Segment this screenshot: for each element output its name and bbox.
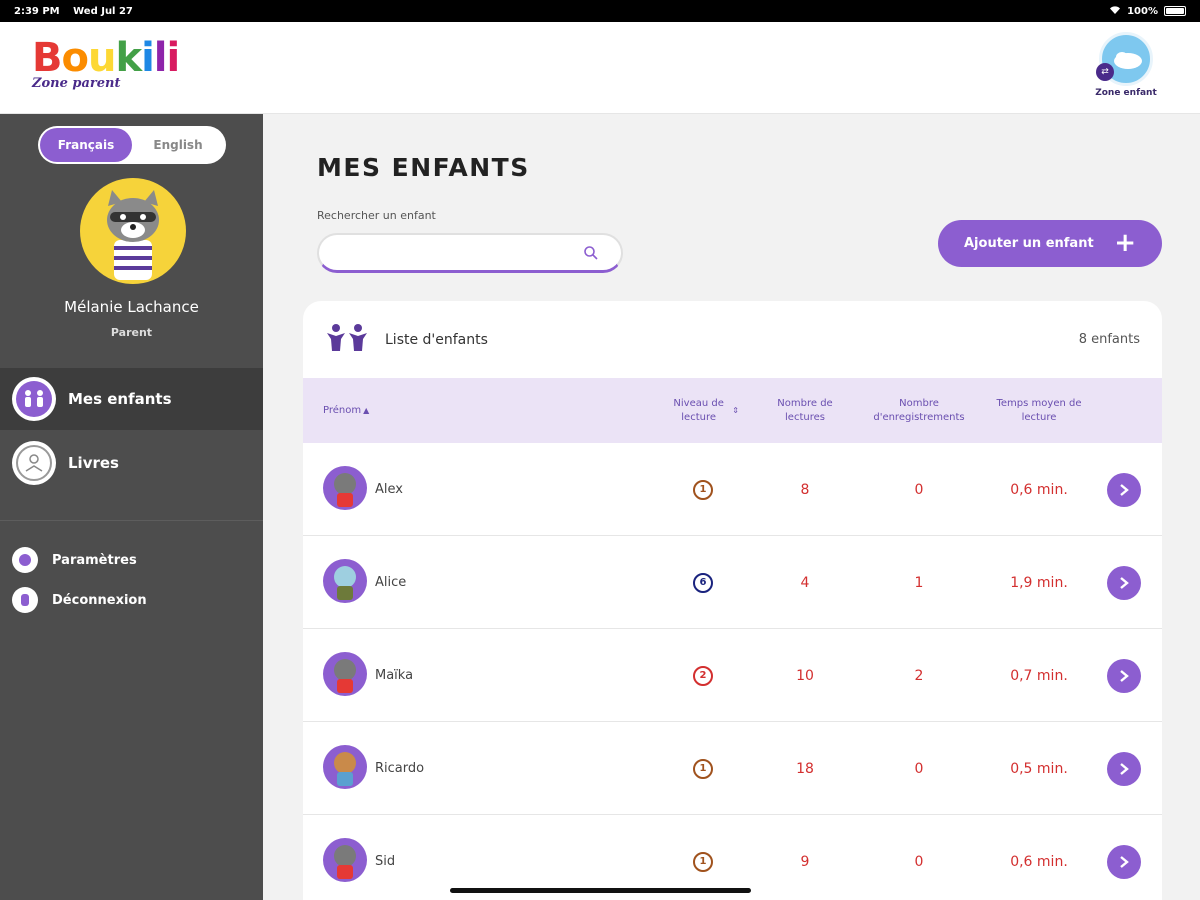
- avg-reading-time: 0,6 min.: [1010, 481, 1068, 498]
- lang-option-french[interactable]: Français: [40, 128, 132, 162]
- child-avatar: [323, 559, 367, 603]
- recordings-count: 0: [914, 481, 924, 498]
- readings-count: 4: [800, 574, 810, 591]
- sort-asc-icon: ▲: [363, 405, 370, 415]
- child-avatar: [323, 745, 367, 789]
- child-avatar: [323, 838, 367, 882]
- child-name: Alice: [375, 575, 407, 590]
- sidebar-item-label: Déconnexion: [52, 592, 147, 608]
- avg-reading-time: 1,9 min.: [1010, 574, 1068, 591]
- chevron-right-icon: [1120, 856, 1129, 868]
- search-label: Rechercher un enfant: [317, 209, 436, 222]
- home-indicator: [450, 888, 751, 893]
- children-count: 8 enfants: [1078, 332, 1140, 347]
- add-child-label: Ajouter un enfant: [964, 236, 1094, 251]
- avg-reading-time: 0,5 min.: [1010, 760, 1068, 777]
- child-name: Maïka: [375, 668, 414, 683]
- reading-level-badge: 1: [693, 479, 713, 500]
- user-role: Parent: [110, 326, 153, 339]
- sidebar-item-mes-enfants[interactable]: Mes enfants: [0, 368, 263, 430]
- child-zone-icon: ⇄: [1096, 32, 1153, 86]
- brand-wordmark: Boukili: [32, 35, 180, 81]
- sidebar-item-deconnexion[interactable]: Déconnexion: [12, 586, 147, 614]
- recordings-count: 0: [914, 853, 924, 870]
- search-field: [317, 233, 623, 273]
- child-name: Ricardo: [375, 761, 425, 776]
- readings-count: 9: [800, 853, 810, 870]
- status-date: Wed Jul 27: [73, 5, 133, 17]
- zone-enfant-button[interactable]: ⇄ Zone enfant: [1092, 32, 1160, 98]
- children-icon: [16, 381, 52, 417]
- search-input[interactable]: [333, 235, 583, 269]
- col-prenom[interactable]: Prénom ▲: [323, 378, 369, 443]
- list-header: Liste d'enfants 8 enfants: [303, 301, 1162, 378]
- table-row[interactable]: Alice 6 4 1 1,9 min.: [303, 536, 1162, 629]
- sidebar-item-label: Paramètres: [52, 552, 137, 568]
- table-header: Prénom ▲ Niveau de lecture ⇕ Nombre de lec…: [303, 378, 1162, 443]
- add-child-button[interactable]: Ajouter un enfant +: [938, 220, 1162, 267]
- chevron-right-icon: [1120, 670, 1129, 682]
- table-row[interactable]: Maïka 2 10 2 0,7 min.: [303, 629, 1162, 722]
- reading-level-badge: 1: [693, 758, 713, 779]
- open-child-button[interactable]: [1107, 752, 1141, 786]
- battery-icon: [1164, 6, 1186, 16]
- recordings-count: 1: [914, 574, 924, 591]
- page-title: MES ENFANTS: [317, 153, 530, 182]
- open-child-button[interactable]: [1107, 845, 1141, 879]
- col-niveau[interactable]: Niveau de lecture ⇕: [667, 378, 739, 443]
- sidebar-item-livres[interactable]: Livres: [0, 432, 263, 494]
- sort-icon: ⇕: [732, 405, 739, 415]
- kids-icon: [325, 323, 369, 357]
- list-title: Liste d'enfants: [385, 331, 488, 348]
- children-list-card: Liste d'enfants 8 enfants Prénom ▲ Niveau…: [303, 301, 1162, 900]
- sidebar-item-label: Livres: [68, 454, 119, 472]
- status-time: 2:39 PM: [14, 5, 60, 17]
- switch-icon: ⇄: [1096, 63, 1114, 81]
- open-child-button[interactable]: [1107, 473, 1141, 507]
- col-temps-moyen[interactable]: Temps moyen de lecture: [993, 378, 1085, 443]
- reader-icon: [16, 445, 52, 481]
- lang-option-english[interactable]: English: [132, 128, 224, 162]
- sidebar-item-parametres[interactable]: Paramètres: [12, 546, 137, 574]
- child-avatar: [323, 652, 367, 696]
- readings-count: 10: [796, 667, 814, 684]
- settings-icon: [12, 547, 38, 573]
- open-child-button[interactable]: [1107, 566, 1141, 600]
- recordings-count: 0: [914, 760, 924, 777]
- zone-enfant-label: Zone enfant: [1095, 88, 1157, 98]
- chevron-right-icon: [1120, 763, 1129, 775]
- status-bar: 2:39 PM Wed Jul 27 100%: [0, 0, 1200, 22]
- readings-count: 18: [796, 760, 814, 777]
- table-row[interactable]: Ricardo 1 18 0 0,5 min.: [303, 722, 1162, 815]
- chevron-right-icon: [1120, 577, 1129, 589]
- reading-level-badge: 6: [693, 572, 713, 593]
- avg-reading-time: 0,6 min.: [1010, 853, 1068, 870]
- sidebar-item-label: Mes enfants: [68, 390, 172, 408]
- sidebar-divider: [0, 520, 263, 521]
- avg-reading-time: 0,7 min.: [1010, 667, 1068, 684]
- open-child-button[interactable]: [1107, 659, 1141, 693]
- col-nombre-enregistrements[interactable]: Nombre d'enregistrements: [863, 378, 975, 443]
- battery-percentage: 100%: [1127, 5, 1158, 17]
- sidebar: Français English Mélanie Lachance Parent: [0, 114, 263, 900]
- logout-icon: [12, 587, 38, 613]
- reading-level-badge: 2: [693, 665, 713, 686]
- child-name: Alex: [375, 482, 403, 497]
- child-avatar: [323, 466, 367, 510]
- table-row[interactable]: Alex 1 8 0 0,6 min.: [303, 443, 1162, 536]
- user-name: Mélanie Lachance: [64, 298, 199, 316]
- chevron-right-icon: [1120, 484, 1129, 496]
- wifi-icon: [1109, 5, 1121, 18]
- search-icon[interactable]: [583, 245, 599, 265]
- readings-count: 8: [800, 481, 810, 498]
- language-toggle: Français English: [38, 126, 226, 164]
- col-nombre-lectures[interactable]: Nombre de lectures: [765, 378, 845, 443]
- recordings-count: 2: [914, 667, 924, 684]
- plus-icon: +: [1114, 228, 1136, 258]
- user-avatar: [80, 178, 186, 284]
- app-header: Boukili Zone parent ⇄ Zone enfant: [0, 22, 1200, 114]
- child-name: Sid: [375, 854, 396, 869]
- reading-level-badge: 1: [693, 851, 713, 872]
- brand-logo[interactable]: Boukili Zone parent: [32, 35, 180, 91]
